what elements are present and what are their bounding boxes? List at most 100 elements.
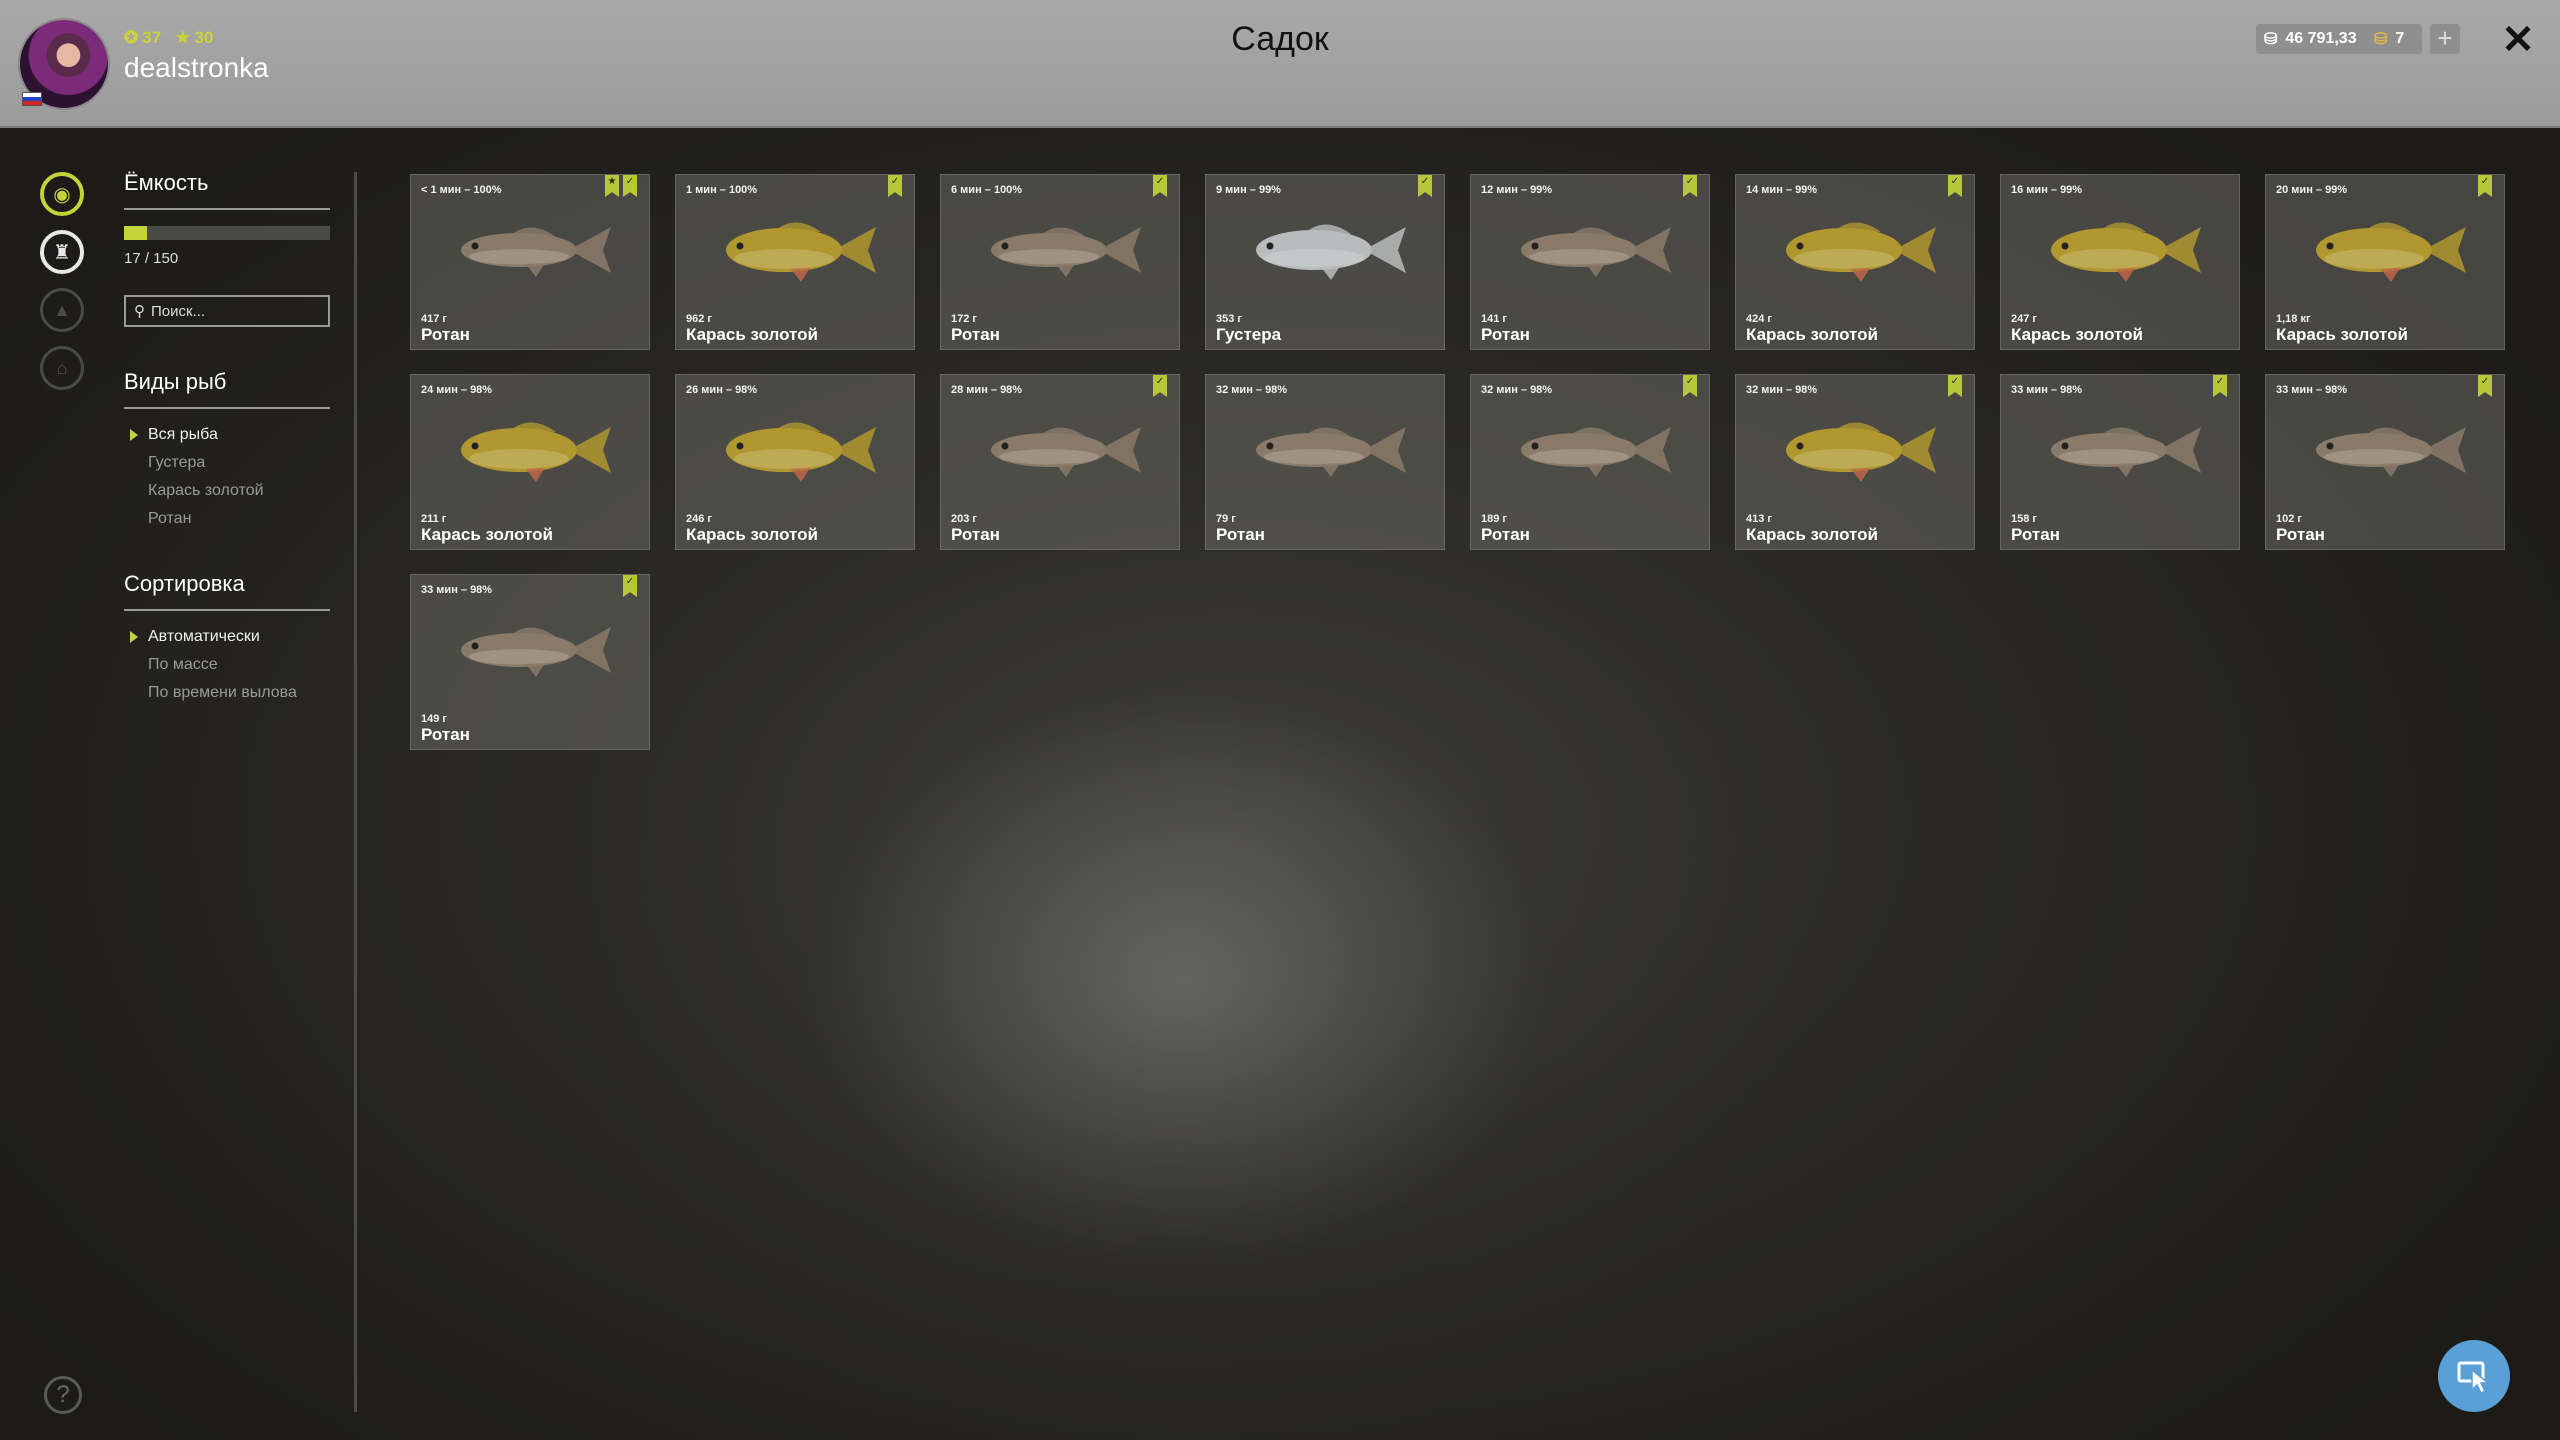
keep-bookmark-icon[interactable]: ✓: [1153, 175, 1167, 197]
sort-item-auto[interactable]: Автоматически: [124, 623, 330, 651]
silver-balance[interactable]: ⛁ 46 791,33: [2256, 24, 2370, 54]
fish-card[interactable]: 32 мин – 98% ✓ 413 г Карась золотой: [1735, 374, 1975, 550]
catch-time-freshness: 6 мин – 100%: [951, 184, 1023, 196]
keep-bookmark-icon[interactable]: ✓: [2478, 175, 2492, 197]
species-item-gustera[interactable]: Густера: [124, 449, 330, 477]
fish-name: Ротан: [951, 325, 1000, 344]
close-button[interactable]: ✕: [2496, 18, 2540, 62]
keep-bookmark-icon[interactable]: ✓: [2478, 375, 2492, 397]
fish-image: [1521, 427, 1671, 477]
trophy-icon[interactable]: ♜: [40, 230, 84, 274]
catch-time-freshness: 28 мин – 98%: [951, 384, 1023, 396]
keep-bookmark-icon[interactable]: ✓: [1948, 175, 1962, 197]
keep-bookmark-icon[interactable]: ✓: [2213, 375, 2227, 397]
fish-name: Ротан: [2011, 525, 2060, 544]
fish-card[interactable]: 33 мин – 98% ✓ 149 г Ротан: [410, 574, 650, 750]
capacity-title: Ёмкость: [124, 170, 330, 210]
fish-card[interactable]: 20 мин – 99% ✓ 1,18 кг Карась золотой: [2265, 174, 2505, 350]
filter-panel: Ёмкость 17 / 150 ⚲ Поиск... Виды рыб Вся…: [124, 170, 330, 707]
sort-item-mass[interactable]: По массе: [124, 651, 330, 679]
fish-weight: 424 г: [1746, 313, 1772, 325]
fish-weight: 246 г: [686, 513, 712, 525]
fish-name: Ротан: [421, 725, 470, 744]
keep-bookmark-icon[interactable]: ✓: [1418, 175, 1432, 197]
fish-image: [726, 422, 876, 482]
fish-weight: 247 г: [2011, 313, 2037, 325]
keep-bookmark-icon[interactable]: ✓: [623, 575, 637, 597]
fish-image: [461, 422, 611, 482]
help-icon[interactable]: ?: [44, 1376, 82, 1414]
fish-weight: 172 г: [951, 313, 977, 325]
fish-weight: 962 г: [686, 313, 712, 325]
search-input[interactable]: ⚲ Поиск...: [124, 295, 330, 327]
keep-bookmark-icon[interactable]: ✓: [623, 175, 637, 197]
catch-time-freshness: 33 мин – 98%: [2011, 384, 2083, 396]
fish-image: [2316, 222, 2466, 282]
fish-card[interactable]: < 1 мин – 100% ✓ ★ 417 г Ротан: [410, 174, 650, 350]
fish-image: [991, 427, 1141, 477]
fish-weight: 79 г: [1216, 513, 1236, 525]
fish-name: Карась золотой: [2011, 325, 2143, 344]
fish-card[interactable]: 32 мин – 98% 79 г Ротан: [1205, 374, 1445, 550]
fish-weight: 1,18 кг: [2276, 313, 2311, 325]
fish-card[interactable]: 14 мин – 99% ✓ 424 г Карась золотой: [1735, 174, 1975, 350]
fish-card[interactable]: 16 мин – 99% 247 г Карась золотой: [2000, 174, 2240, 350]
fish-tank-icon[interactable]: ◉: [40, 172, 84, 216]
fish-card[interactable]: 33 мин – 98% ✓ 158 г Ротан: [2000, 374, 2240, 550]
fish-image: [461, 627, 611, 677]
search-placeholder: Поиск...: [151, 302, 206, 320]
fish-card[interactable]: 24 мин – 98% 211 г Карась золотой: [410, 374, 650, 550]
capacity-text: 17 / 150: [124, 250, 179, 267]
fish-card[interactable]: 33 мин – 98% ✓ 102 г Ротан: [2265, 374, 2505, 550]
silver-amount: 46 791,33: [2285, 30, 2357, 47]
fish-name: Карась золотой: [2276, 325, 2408, 344]
keep-bookmark-icon[interactable]: ✓: [1153, 375, 1167, 397]
fish-image: [2051, 222, 2201, 282]
catch-time-freshness: 1 мин – 100%: [686, 184, 758, 196]
silver-coin-icon: ⛁: [2264, 31, 2278, 48]
fish-image: [1786, 222, 1936, 282]
species-title: Виды рыб: [124, 369, 330, 409]
fish-name: Ротан: [1481, 525, 1530, 544]
country-flag-icon: [22, 92, 42, 106]
fish-card[interactable]: 28 мин – 98% ✓ 203 г Ротан: [940, 374, 1180, 550]
fish-weight: 203 г: [951, 513, 977, 525]
fish-name: Ротан: [951, 525, 1000, 544]
fish-card[interactable]: 32 мин – 98% ✓ 189 г Ротан: [1470, 374, 1710, 550]
catch-time-freshness: 24 мин – 98%: [421, 384, 493, 396]
house-icon[interactable]: ⌂: [40, 346, 84, 390]
keep-bookmark-icon[interactable]: ✓: [1948, 375, 1962, 397]
fish-card[interactable]: 1 мин – 100% ✓ 962 г Карась золотой: [675, 174, 915, 350]
boat-icon[interactable]: ▲: [40, 288, 84, 332]
catch-time-freshness: 14 мин – 99%: [1746, 184, 1818, 196]
trophy-bookmark-icon[interactable]: ★: [605, 175, 619, 197]
fish-name: Ротан: [1216, 525, 1265, 544]
fish-image: [1256, 224, 1406, 280]
species-item-all[interactable]: Вся рыба: [124, 421, 330, 449]
keep-bookmark-icon[interactable]: ✓: [1683, 375, 1697, 397]
fish-card[interactable]: 9 мин – 99% ✓ 353 г Густера: [1205, 174, 1445, 350]
catch-time-freshness: 9 мин – 99%: [1216, 184, 1281, 196]
fish-weight: 141 г: [1481, 313, 1507, 325]
fish-weight: 353 г: [1216, 313, 1242, 325]
fish-card[interactable]: 26 мин – 98% 246 г Карась золотой: [675, 374, 915, 550]
cursor-assistant-button[interactable]: [2438, 1340, 2510, 1412]
species-item-karas[interactable]: Карась золотой: [124, 477, 330, 505]
keep-bookmark-icon[interactable]: ✓: [888, 175, 902, 197]
fish-card[interactable]: 6 мин – 100% ✓ 172 г Ротан: [940, 174, 1180, 350]
fish-name: Карась золотой: [1746, 525, 1878, 544]
gold-balance[interactable]: ⛁ 7: [2366, 24, 2422, 54]
gold-amount: 7: [2395, 30, 2405, 47]
fish-name: Густера: [1216, 325, 1282, 344]
fish-card[interactable]: 12 мин – 99% ✓ 141 г Ротан: [1470, 174, 1710, 350]
keep-bookmark-icon[interactable]: ✓: [1683, 175, 1697, 197]
fish-weight: 189 г: [1481, 513, 1507, 525]
fish-weight: 102 г: [2276, 513, 2302, 525]
add-currency-button[interactable]: +: [2430, 24, 2460, 54]
fish-name: Карась золотой: [686, 525, 818, 544]
species-item-rotan[interactable]: Ротан: [124, 505, 330, 533]
fish-name: Карась золотой: [1746, 325, 1878, 344]
fish-image: [2316, 427, 2466, 477]
sort-item-time[interactable]: По времени вылова: [124, 679, 330, 707]
sort-list: Автоматически По массе По времени вылова: [124, 623, 330, 707]
